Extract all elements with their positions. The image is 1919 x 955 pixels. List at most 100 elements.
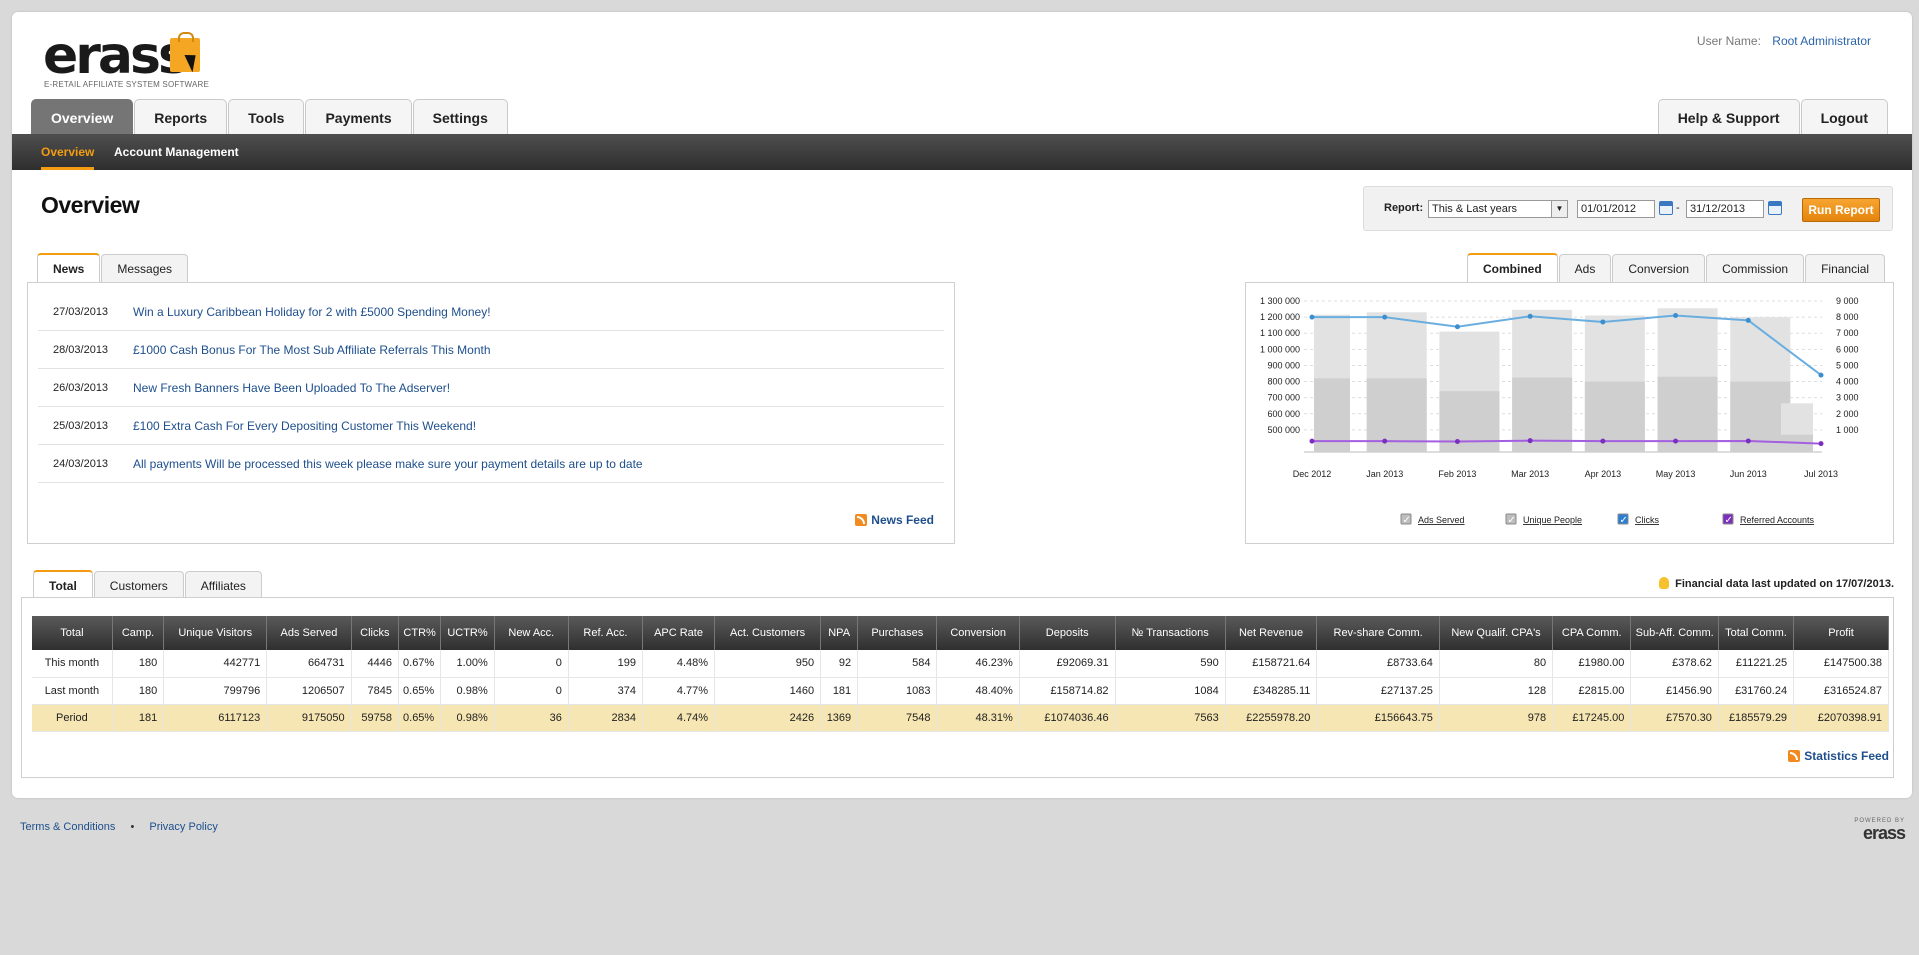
- table-cell: 7845: [351, 677, 400, 705]
- table-cell: 0: [494, 650, 569, 678]
- news-title-link[interactable]: Win a Luxury Caribbean Holiday for 2 wit…: [133, 305, 491, 319]
- news-title-link[interactable]: £100 Extra Cash For Every Depositing Cus…: [133, 419, 476, 433]
- help-support-tab[interactable]: Help & Support: [1657, 99, 1800, 135]
- subnav-account-management[interactable]: Account Management: [114, 134, 239, 170]
- col-header[interactable]: Rev-share Comm.: [1316, 616, 1440, 650]
- page-title: Overview: [41, 192, 140, 218]
- col-header[interactable]: Total: [32, 616, 113, 650]
- tab-financial[interactable]: Financial: [1805, 254, 1886, 282]
- chart-tabs: Combined Ads Conversion Commission Finan…: [1467, 253, 1886, 283]
- news-feed-label: News Feed: [871, 513, 934, 527]
- report-period-value: This & Last years: [1432, 203, 1517, 215]
- chevron-down-icon[interactable]: ▼: [1551, 201, 1567, 217]
- report-period-select[interactable]: This & Last years ▼: [1428, 200, 1568, 218]
- tab-combined[interactable]: Combined: [1467, 253, 1558, 282]
- news-item: 27/03/2013 Win a Luxury Caribbean Holida…: [38, 293, 944, 331]
- col-header[interactable]: Sub-Aff. Comm.: [1630, 616, 1719, 650]
- nav-tab-overview[interactable]: Overview: [31, 99, 134, 135]
- col-header[interactable]: Act. Customers: [714, 616, 822, 650]
- news-title-link[interactable]: £1000 Cash Bonus For The Most Sub Affili…: [133, 343, 491, 357]
- col-header[interactable]: № Transactions: [1115, 616, 1226, 650]
- check-icon: ✓: [1508, 515, 1516, 526]
- col-header[interactable]: Net Revenue: [1225, 616, 1318, 650]
- col-header[interactable]: New Acc.: [494, 616, 569, 650]
- tab-ads[interactable]: Ads: [1558, 254, 1612, 282]
- user-name-link[interactable]: Root Administrator: [1772, 34, 1871, 48]
- subnav-overview[interactable]: Overview: [41, 134, 95, 170]
- table-cell: 799796: [163, 677, 268, 705]
- check-icon: ✓: [1725, 515, 1733, 526]
- table-cell: £8733.64: [1316, 650, 1440, 678]
- erass-logo[interactable]: erass E-RETAIL AFFILIATE SYSTEM SOFTWARE: [43, 26, 209, 89]
- col-header[interactable]: CTR%: [398, 616, 442, 650]
- calendar-from-icon[interactable]: [1659, 201, 1673, 215]
- tab-commission[interactable]: Commission: [1706, 254, 1805, 282]
- statistics-feed-link[interactable]: Statistics Feed: [1788, 749, 1889, 763]
- news-date: 26/03/2013: [53, 382, 109, 394]
- table-cell: 4.77%: [642, 677, 716, 705]
- x-tick-label: Apr 2013: [1585, 469, 1622, 479]
- col-header[interactable]: APC Rate: [642, 616, 716, 650]
- tab-customers[interactable]: Customers: [93, 571, 184, 599]
- table-cell: 48.40%: [936, 677, 1020, 705]
- terms-link[interactable]: Terms & Conditions: [20, 821, 115, 833]
- col-header[interactable]: Deposits: [1019, 616, 1116, 650]
- clicks-point: [1382, 314, 1388, 320]
- table-cell: 0.65%: [398, 677, 442, 705]
- col-header[interactable]: New Qualif. CPA's: [1439, 616, 1554, 650]
- calendar-to-icon[interactable]: [1768, 201, 1782, 215]
- y-left-tick-label: 600 000: [1267, 409, 1300, 419]
- y-right-tick-label: 1 000: [1836, 425, 1859, 435]
- table-cell: 9175050: [266, 704, 352, 732]
- privacy-link[interactable]: Privacy Policy: [149, 821, 217, 833]
- clicks-point: [1673, 313, 1679, 318]
- col-header[interactable]: Ads Served: [266, 616, 352, 650]
- news-title-link[interactable]: New Fresh Banners Have Been Uploaded To …: [133, 381, 450, 395]
- nav-tab-reports[interactable]: Reports: [134, 99, 228, 135]
- tab-messages[interactable]: Messages: [101, 254, 189, 282]
- col-header[interactable]: CPA Comm.: [1552, 616, 1632, 650]
- col-header[interactable]: Clicks: [351, 616, 400, 650]
- referred-accounts-point: [1600, 438, 1606, 444]
- col-header[interactable]: Conversion: [936, 616, 1020, 650]
- referred-accounts-point: [1818, 441, 1824, 447]
- table-cell: 1.00%: [440, 650, 495, 678]
- unique-people-bar: [1439, 391, 1500, 452]
- col-header[interactable]: Profit: [1793, 616, 1889, 650]
- table-cell: 950: [714, 650, 822, 678]
- nav-tab-settings[interactable]: Settings: [412, 99, 508, 135]
- tab-conversion[interactable]: Conversion: [1612, 254, 1706, 282]
- news-title-link[interactable]: All payments Will be processed this week…: [133, 457, 643, 471]
- date-from-input[interactable]: 01/01/2012: [1577, 200, 1655, 218]
- logo-wordmark: erass: [43, 26, 189, 86]
- date-to-input[interactable]: 31/12/2013: [1686, 200, 1764, 218]
- table-cell: £316524.87: [1793, 677, 1889, 705]
- nav-tab-payments[interactable]: Payments: [305, 99, 412, 135]
- y-left-tick-label: 900 000: [1267, 360, 1300, 370]
- col-header[interactable]: Purchases: [857, 616, 938, 650]
- table-cell: 181: [820, 677, 859, 705]
- nav-tab-tools[interactable]: Tools: [228, 99, 305, 135]
- logout-tab[interactable]: Logout: [1800, 99, 1888, 135]
- right-nav: Help & Support Logout: [1657, 99, 1888, 135]
- run-report-button[interactable]: Run Report: [1802, 198, 1880, 222]
- col-header[interactable]: UCTR%: [440, 616, 495, 650]
- table-cell: 7548: [857, 704, 938, 732]
- col-header[interactable]: Unique Visitors: [163, 616, 268, 650]
- table-cell: 664731: [266, 650, 352, 678]
- news-feed-link[interactable]: News Feed: [855, 513, 934, 527]
- referred-accounts-point: [1454, 438, 1460, 444]
- table-cell: 92: [820, 650, 859, 678]
- tab-news[interactable]: News: [37, 253, 101, 282]
- x-tick-label: Jul 2013: [1804, 469, 1838, 479]
- col-header[interactable]: Ref. Acc.: [568, 616, 644, 650]
- y-left-tick-label: 1 100 000: [1260, 328, 1300, 338]
- report-filter: Report: This & Last years ▼ 01/01/2012 -…: [1363, 186, 1893, 231]
- col-header[interactable]: Total Comm.: [1718, 616, 1795, 650]
- table-cell: 36: [494, 704, 569, 732]
- tab-affiliates[interactable]: Affiliates: [184, 571, 262, 599]
- col-header[interactable]: Camp.: [112, 616, 165, 650]
- y-left-tick-label: 800 000: [1267, 377, 1300, 387]
- col-header[interactable]: NPA: [820, 616, 859, 650]
- tab-total[interactable]: Total: [33, 570, 93, 599]
